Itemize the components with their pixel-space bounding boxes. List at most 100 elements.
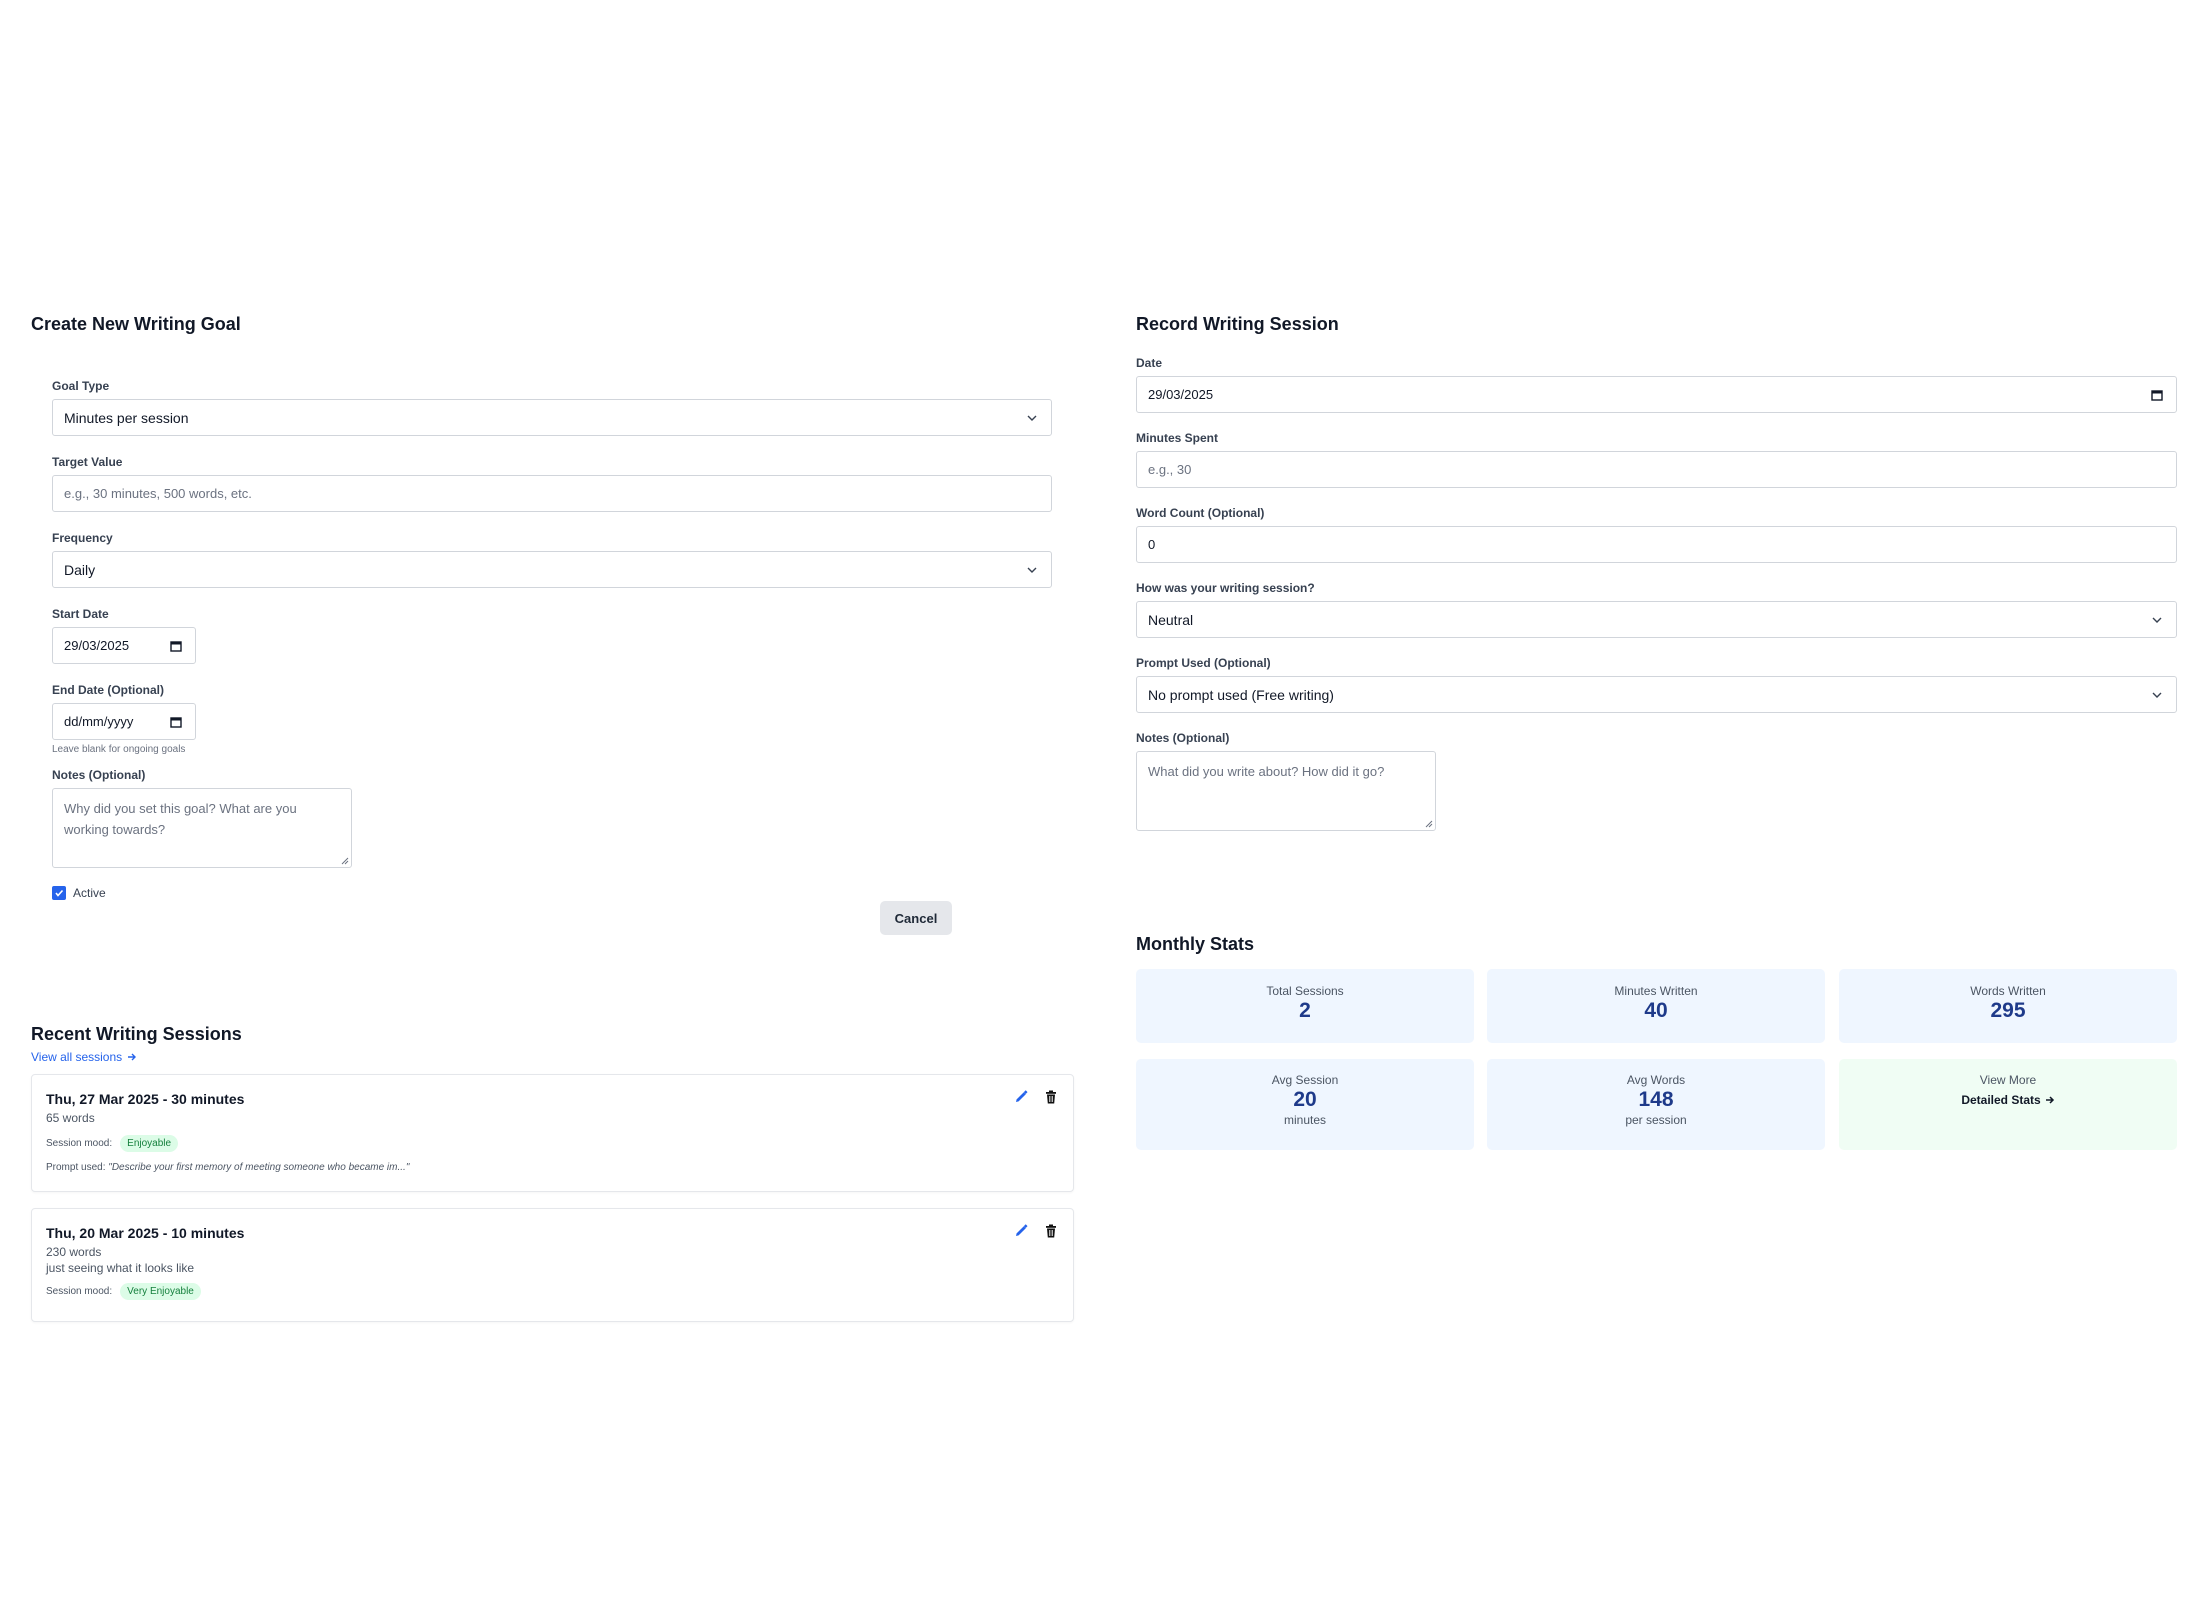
resize-grip-icon[interactable] — [1424, 819, 1433, 828]
trash-icon[interactable] — [1043, 1223, 1059, 1239]
session-date-input[interactable]: 29/03/2025 — [1136, 376, 2177, 413]
frequency-field: Frequency Daily — [52, 529, 1052, 588]
goal-type-select[interactable]: Minutes per session — [52, 399, 1052, 436]
stat-unit: minutes — [1283, 1113, 1327, 1127]
active-checkbox[interactable] — [52, 886, 66, 900]
frequency-select[interactable]: Daily — [52, 551, 1052, 588]
session-date-value: 29/03/2025 — [1148, 387, 1214, 402]
goal-notes-field: Notes (Optional) Why did you set this go… — [52, 766, 1052, 868]
target-value-label: Target Value — [52, 455, 123, 469]
session-mood-label: Session mood: — [46, 1286, 113, 1297]
goal-notes-label: Notes (Optional) — [52, 768, 146, 782]
prompt-label: Prompt Used (Optional) — [1136, 656, 1271, 670]
stat-label: Avg Session — [1271, 1073, 1339, 1087]
session-words: 230 words — [46, 1245, 102, 1259]
session-mood-row: Session mood: Very Enjoyable — [46, 1283, 244, 1300]
arrow-right-icon — [128, 1053, 137, 1061]
target-value-field: Target Value e.g., 30 minutes, 500 words… — [52, 453, 1052, 512]
goal-form-body: Goal Type Minutes per session Target Val… — [31, 338, 1052, 900]
minutes-field: Minutes Spent e.g., 30 — [1136, 429, 2177, 488]
session-notes-field: Notes (Optional) What did you write abou… — [1136, 729, 2177, 831]
session-mood-badge: Very Enjoyable — [120, 1283, 201, 1300]
session-mood-badge: Enjoyable — [120, 1135, 179, 1152]
goal-notes-placeholder-2: working towards? — [64, 822, 166, 837]
session-card: Thu, 20 Mar 2025 - 10 minutes 230 words … — [31, 1208, 1074, 1322]
session-form-title: Record Writing Session — [1136, 314, 1339, 334]
word-count-label: Word Count (Optional) — [1136, 506, 1265, 520]
calendar-icon[interactable] — [169, 715, 183, 729]
session-card-body: Thu, 20 Mar 2025 - 10 minutes 230 words … — [46, 1225, 244, 1300]
session-title: Thu, 20 Mar 2025 - 10 minutes — [46, 1225, 245, 1241]
session-notes-placeholder: What did you write about? How did it go? — [1148, 764, 1385, 779]
right-column: Record Writing Session Date 29/03/2025 M… — [1136, 310, 2177, 1150]
session-prompt-label: Prompt used: — [46, 1162, 106, 1173]
stat-unit: per session — [1625, 1113, 1687, 1127]
start-date-field: Start Date 29/03/2025 — [52, 605, 1052, 664]
stat-value: 148 — [1638, 1088, 1674, 1111]
detailed-stats-label: Detailed Stats — [1961, 1093, 2041, 1107]
resize-grip-icon[interactable] — [340, 856, 349, 865]
end-date-input[interactable]: dd/mm/yyyy — [52, 703, 196, 740]
start-date-label: Start Date — [52, 607, 109, 621]
cancel-button[interactable]: Cancel — [880, 901, 952, 935]
pencil-icon[interactable] — [1013, 1089, 1029, 1105]
check-icon — [55, 889, 64, 897]
session-note: just seeing what it looks like — [46, 1261, 195, 1275]
stat-avg-words: Avg Words 148 per session — [1487, 1059, 1825, 1150]
mood-value: Neutral — [1148, 611, 1194, 628]
target-value-input[interactable]: e.g., 30 minutes, 500 words, etc. — [52, 475, 1052, 512]
chevron-down-icon — [2152, 617, 2162, 623]
goal-notes-placeholder-1: Why did you set this goal? What are you — [64, 801, 297, 816]
view-all-sessions-link[interactable]: View all sessions — [31, 1050, 137, 1064]
session-mood-label: Session mood: — [46, 1138, 113, 1149]
session-prompt-text: "Describe your first memory of meeting s… — [108, 1162, 410, 1173]
mood-select[interactable]: Neutral — [1136, 601, 2177, 638]
chevron-down-icon — [2152, 692, 2162, 698]
monthly-stats-title: Monthly Stats — [1136, 934, 1255, 954]
word-count-input[interactable]: 0 — [1136, 526, 2177, 563]
frequency-label: Frequency — [52, 531, 113, 545]
monthly-stats: Monthly Stats Total Sessions 2 Minutes W… — [1136, 930, 2177, 1150]
session-date-label: Date — [1136, 356, 1163, 370]
end-date-value: dd/mm/yyyy — [64, 714, 134, 729]
chevron-down-icon — [1027, 567, 1037, 573]
word-count-value: 0 — [1148, 537, 1156, 552]
goal-notes-textarea[interactable]: Why did you set this goal? What are you … — [52, 788, 352, 868]
trash-icon[interactable] — [1043, 1089, 1059, 1105]
calendar-icon[interactable] — [169, 639, 183, 653]
session-notes-label: Notes (Optional) — [1136, 731, 1230, 745]
stat-value: 295 — [1990, 999, 2026, 1022]
goal-type-value: Minutes per session — [64, 409, 189, 426]
pencil-icon[interactable] — [1013, 1223, 1029, 1239]
session-card: Thu, 27 Mar 2025 - 30 minutes 65 words S… — [31, 1074, 1074, 1192]
session-title: Thu, 27 Mar 2025 - 30 minutes — [46, 1091, 245, 1107]
session-mood-row: Session mood: Enjoyable — [46, 1135, 409, 1152]
prompt-field: Prompt Used (Optional) No prompt used (F… — [1136, 654, 2177, 713]
session-card-body: Thu, 27 Mar 2025 - 30 minutes 65 words S… — [46, 1091, 409, 1173]
session-date-field: Date 29/03/2025 — [1136, 354, 2177, 413]
goal-form-title: Create New Writing Goal — [31, 314, 241, 334]
minutes-placeholder: e.g., 30 — [1148, 462, 1192, 477]
minutes-input[interactable]: e.g., 30 — [1136, 451, 2177, 488]
recent-sessions: Recent Writing Sessions View all session… — [31, 1020, 1075, 1322]
session-actions — [1013, 1089, 1059, 1105]
stat-minutes-written: Minutes Written 40 — [1487, 969, 1825, 1043]
stat-value: 40 — [1644, 999, 1668, 1022]
target-value-placeholder: e.g., 30 minutes, 500 words, etc. — [64, 486, 252, 501]
start-date-input[interactable]: 29/03/2025 — [52, 627, 196, 664]
end-date-label: End Date (Optional) — [52, 683, 164, 697]
prompt-select[interactable]: No prompt used (Free writing) — [1136, 676, 2177, 713]
detailed-stats-link[interactable]: Detailed Stats — [1961, 1093, 2054, 1107]
minutes-label: Minutes Spent — [1136, 431, 1219, 445]
session-actions — [1013, 1223, 1059, 1239]
active-checkbox-row: Active — [52, 886, 1052, 900]
view-all-sessions-label: View all sessions — [31, 1050, 123, 1064]
calendar-icon[interactable] — [2150, 388, 2164, 402]
session-form: Record Writing Session Date 29/03/2025 M… — [1136, 310, 2177, 831]
stat-words-written: Words Written 295 — [1839, 969, 2177, 1043]
session-notes-textarea[interactable]: What did you write about? How did it go? — [1136, 751, 1436, 831]
mood-label: How was your writing session? — [1136, 581, 1315, 595]
end-date-hint: Leave blank for ongoing goals — [52, 744, 186, 755]
arrow-right-icon — [2045, 1096, 2054, 1104]
recent-sessions-title: Recent Writing Sessions — [31, 1024, 242, 1044]
